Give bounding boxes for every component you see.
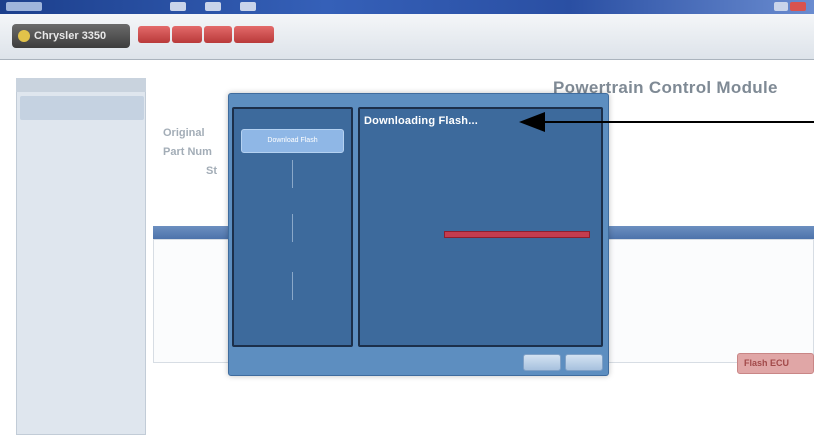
taskbar-button[interactable] [240,2,256,11]
close-button[interactable] [790,2,806,11]
window-title [6,2,42,11]
status-label: St [206,165,217,177]
nav-button-3[interactable] [204,26,232,43]
progress-fill [445,232,589,237]
part-number-label: Part Num [163,146,212,158]
annotation-arrow-line [543,121,814,123]
sidebar-footer [30,428,130,434]
content-panel [358,107,603,347]
annotation-arrow-head [519,112,545,132]
app-brand: Chrysler 3350 [12,24,130,48]
sidebar-header [16,78,146,92]
sidebar [16,78,146,435]
step-connector [292,214,293,242]
minimize-button[interactable] [774,2,788,11]
step-connector [292,272,293,300]
nav-button-2[interactable] [172,26,202,43]
flash-ecu-button[interactable]: Flash ECU [737,353,814,374]
brand-label: Chrysler 3350 [34,30,107,42]
dialog-button-1[interactable] [523,354,561,371]
nav-button-1[interactable] [138,26,170,43]
taskbar-button[interactable] [205,2,221,11]
nav-button-4[interactable] [234,26,274,43]
step-download-flash: Download Flash [241,129,344,153]
sidebar-item[interactable] [20,96,144,120]
taskbar-button[interactable] [170,2,186,11]
original-label: Original [163,127,205,139]
downloading-heading: Downloading Flash... [364,115,478,127]
step-connector [292,160,293,188]
window-title-bar [0,0,814,14]
dialog-button-2[interactable] [565,354,603,371]
gear-icon [18,30,30,42]
